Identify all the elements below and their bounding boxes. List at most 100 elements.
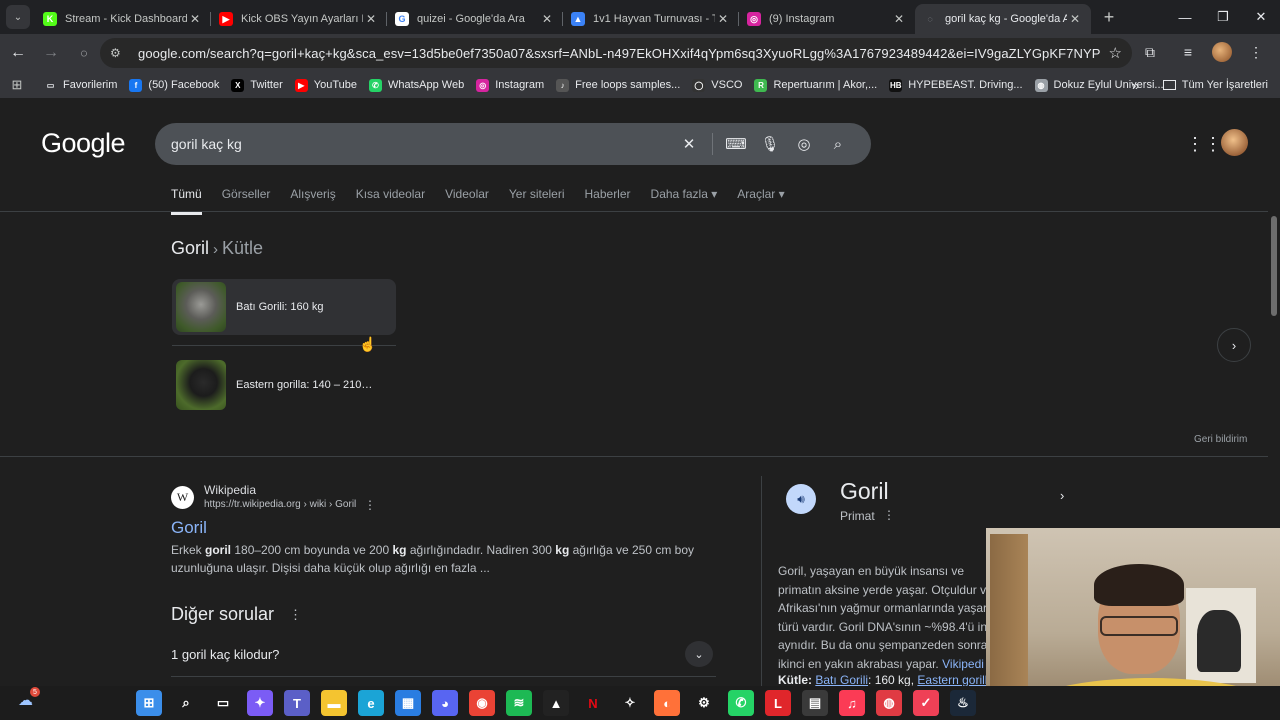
media-control-icon[interactable]: ≡ xyxy=(1174,38,1202,66)
speaker-icon[interactable]: 🔊︎ xyxy=(786,484,816,514)
knowledge-panel-next-button[interactable]: › xyxy=(1060,488,1064,503)
mass-link-eastern[interactable]: Eastern gorilla xyxy=(917,673,994,686)
snippet-text: ağırlığındadır. Nadiren 300 xyxy=(406,543,556,557)
bookmark-item[interactable]: X Twitter xyxy=(231,78,283,92)
spotify-icon[interactable]: ≋ xyxy=(506,690,532,716)
affinity-icon[interactable]: ▲ xyxy=(543,690,569,716)
knowledge-panel-menu-icon[interactable]: ⋮ xyxy=(883,508,895,522)
clear-icon[interactable]: ✕ xyxy=(672,135,706,153)
chrome-icon[interactable]: ◉ xyxy=(469,690,495,716)
game-icon[interactable]: ✧ xyxy=(617,690,643,716)
loading-icon[interactable]: ◌ xyxy=(69,38,99,68)
google-logo[interactable]: Google xyxy=(41,128,126,159)
taskview-icon[interactable]: ▭ xyxy=(210,690,236,716)
breadcrumb-entity[interactable]: Goril xyxy=(171,238,209,258)
knowledge-panel-description: Goril, yaşayan en büyük insansı ve prima… xyxy=(778,562,1008,673)
entity-item-western-gorilla[interactable]: Batı Gorili: 160 kg xyxy=(172,279,396,335)
bookmark-item[interactable]: ♪ Free loops samples... xyxy=(556,78,681,92)
close-tab-icon[interactable]: ✕ xyxy=(1067,12,1083,26)
netflix-icon[interactable]: N xyxy=(580,690,606,716)
bookmark-item[interactable]: ◎ Instagram xyxy=(476,78,544,92)
bookmark-star-icon[interactable]: ☆ xyxy=(1109,44,1122,62)
search-icon[interactable]: ⌕ xyxy=(821,136,855,153)
forward-button[interactable]: → xyxy=(36,38,66,68)
bookmarks-overflow-button[interactable]: » xyxy=(1132,78,1139,93)
bookmark-item[interactable]: R Repertuarım | Akor,... xyxy=(754,78,877,92)
steam-alt-icon[interactable]: ⚙ xyxy=(691,690,717,716)
result-title-link[interactable]: Goril xyxy=(171,518,207,538)
wikipedia-link[interactable]: Vikipedi xyxy=(942,657,984,671)
all-bookmarks-button[interactable]: Tüm Yer İşaretleri xyxy=(1162,79,1268,91)
browser-tab[interactable]: Gquizei - Google'da Ara ✕ xyxy=(387,4,563,34)
tab-search-button[interactable]: ⌄ xyxy=(6,5,30,29)
chevron-down-icon[interactable]: ⌄ xyxy=(685,641,713,667)
teamviewer-icon[interactable]: ▤ xyxy=(802,690,828,716)
entity-label: Eastern gorilla: 140 – 210… xyxy=(236,379,373,391)
firefox-icon[interactable]: ◐ xyxy=(654,690,680,716)
music-icon[interactable]: ♫ xyxy=(839,690,865,716)
explorer-icon[interactable]: ▬ xyxy=(321,690,347,716)
menu-icon[interactable]: ⋮ xyxy=(1242,38,1270,66)
close-tab-icon[interactable]: ✕ xyxy=(363,12,379,26)
discord-icon[interactable]: ◕ xyxy=(432,690,458,716)
maximize-button[interactable]: ❐ xyxy=(1204,0,1242,34)
close-tab-icon[interactable]: ✕ xyxy=(891,12,907,26)
knowledge-panel-divider xyxy=(761,476,762,686)
bookmark-item[interactable]: ◯ VSCO xyxy=(692,78,742,92)
search-input[interactable] xyxy=(171,136,672,152)
close-window-button[interactable]: ✕ xyxy=(1242,0,1280,34)
start-icon[interactable]: ⊞ xyxy=(136,690,162,716)
close-tab-icon[interactable]: ✕ xyxy=(715,12,731,26)
profile-avatar[interactable] xyxy=(1212,42,1232,62)
result-site-name[interactable]: Wikipedia xyxy=(204,483,256,497)
lens-icon[interactable]: ◎ xyxy=(787,135,821,153)
bookmark-item[interactable]: ▭ Favorilerim xyxy=(44,79,118,92)
edge-icon[interactable]: e xyxy=(358,690,384,716)
browser-tab[interactable]: ▲ 1v1 Hayvan Turnuvası - Tie ✕ xyxy=(563,4,739,34)
entity-item-eastern-gorilla[interactable]: Eastern gorilla: 140 – 210… xyxy=(172,357,396,413)
result-menu-icon[interactable]: ⋮ xyxy=(364,498,376,512)
browser-tab[interactable]: ◌ goril kaç kg - Google'da Ar ✕ xyxy=(915,4,1091,34)
microphone-icon[interactable]: 🎙︎ xyxy=(753,135,787,153)
steam-icon[interactable]: ♨ xyxy=(950,690,976,716)
result-url[interactable]: https://tr.wikipedia.org › wiki › Goril xyxy=(204,499,356,510)
address-bar[interactable]: ⚙ google.com/search?q=goril+kaç+kg&sca_e… xyxy=(100,38,1132,68)
browser-tab[interactable]: K Stream - Kick Dashboard ✕ xyxy=(35,4,211,34)
bookmark-item[interactable]: ✆ WhatsApp Web xyxy=(368,78,464,92)
new-tab-button[interactable]: + xyxy=(1095,7,1123,28)
bookmark-item[interactable]: HB HYPEBEAST. Driving... xyxy=(889,78,1023,92)
site-info-icon[interactable]: ⚙ xyxy=(110,46,126,60)
close-tab-icon[interactable]: ✕ xyxy=(187,12,203,26)
search-box[interactable]: ✕ ⌨ 🎙︎ ◎ ⌕ xyxy=(155,123,871,165)
store-icon[interactable]: ▦ xyxy=(395,690,421,716)
minimize-button[interactable]: — xyxy=(1166,0,1204,34)
pocket-icon[interactable]: ✓ xyxy=(913,690,939,716)
apps-grid-icon[interactable]: ⊞ xyxy=(2,77,32,93)
paa-question[interactable]: 1 goril kaç kilodur? xyxy=(171,647,279,662)
keyboard-icon[interactable]: ⌨ xyxy=(719,135,753,153)
bookmark-label: Free loops samples... xyxy=(575,79,681,91)
copilot-icon[interactable]: ✦ xyxy=(247,690,273,716)
back-button[interactable]: ← xyxy=(3,38,33,68)
bookmark-item[interactable]: ▶ YouTube xyxy=(294,78,357,92)
letterboxd-icon[interactable]: L xyxy=(765,690,791,716)
browser-tab[interactable]: ▶ Kick OBS Yayın Ayarları Na ✕ xyxy=(211,4,387,34)
account-avatar[interactable] xyxy=(1221,129,1248,156)
carousel-next-button[interactable]: › xyxy=(1217,328,1251,362)
browser-tab[interactable]: ◎ (9) Instagram ✕ xyxy=(739,4,915,34)
whatsapp-icon[interactable]: ✆ xyxy=(728,690,754,716)
record-icon[interactable]: ◍ xyxy=(876,690,902,716)
teams-icon[interactable]: T xyxy=(284,690,310,716)
kick-icon: K xyxy=(43,12,57,26)
tab-title: Kick OBS Yayın Ayarları Na xyxy=(241,13,363,25)
url-text[interactable]: google.com/search?q=goril+kaç+kg&sca_esv… xyxy=(138,46,1101,61)
bookmark-item[interactable]: ◍ Dokuz Eylul Universi... xyxy=(1034,78,1164,92)
bookmark-item[interactable]: f (50) Facebook xyxy=(129,78,219,92)
close-tab-icon[interactable]: ✕ xyxy=(539,12,555,26)
search-icon[interactable]: ⌕ xyxy=(173,690,199,716)
extensions-icon[interactable]: ⧉ xyxy=(1136,38,1164,66)
feedback-link[interactable]: Geri bildirim xyxy=(1194,434,1247,445)
scrollbar-thumb[interactable] xyxy=(1271,216,1277,316)
mass-link-western[interactable]: Batı Gorili xyxy=(815,673,868,686)
paa-menu-icon[interactable]: ⋮ xyxy=(289,607,302,623)
